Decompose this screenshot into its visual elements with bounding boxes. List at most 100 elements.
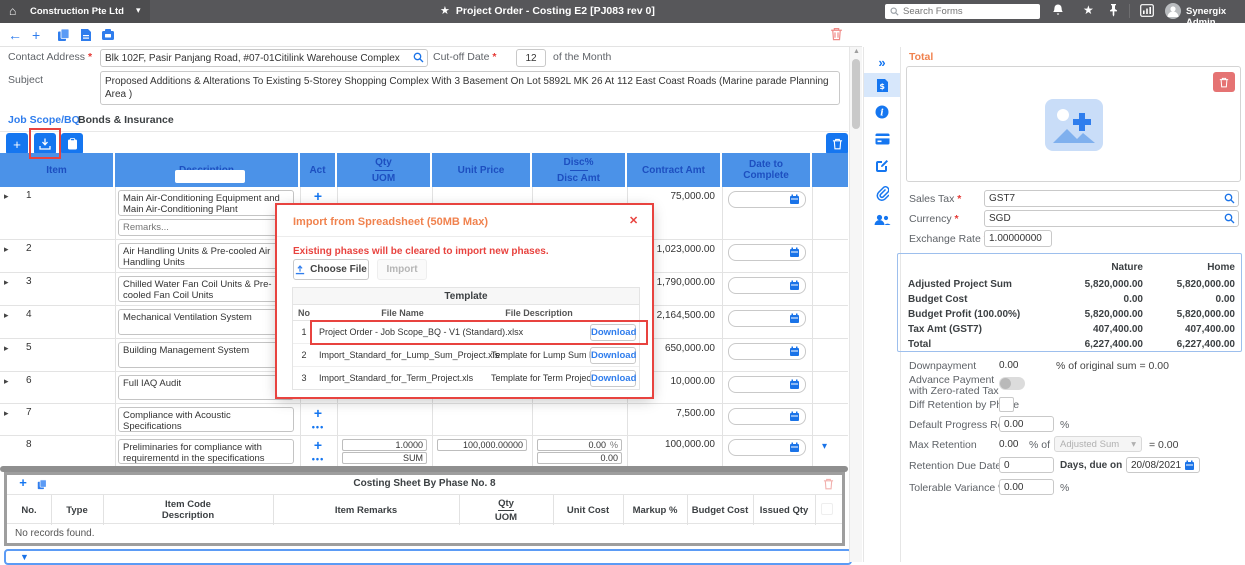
expand-row-icon[interactable]: ▸	[4, 343, 9, 354]
download-button[interactable]: Download	[590, 370, 636, 387]
favorites-star-icon[interactable]: ★	[1083, 3, 1094, 17]
home-icon[interactable]: ⌂	[9, 0, 16, 23]
team-tab-icon[interactable]	[864, 208, 900, 232]
date-to-complete-input[interactable]	[728, 191, 806, 208]
info-tab-icon[interactable]: i	[864, 100, 900, 124]
search-forms-box[interactable]	[885, 4, 1040, 19]
collapsed-section[interactable]: ▼	[4, 549, 852, 565]
dashboard-chart-icon[interactable]	[1140, 4, 1154, 20]
delete-record-icon[interactable]	[830, 27, 843, 44]
contact-address-input[interactable]	[100, 49, 428, 67]
collapse-panel-icon[interactable]: »	[864, 50, 900, 74]
notifications-bell-icon[interactable]	[1052, 3, 1064, 20]
sales-tax-input[interactable]	[984, 190, 1239, 207]
import-spreadsheet-button[interactable]	[34, 133, 56, 155]
expand-row-icon[interactable]: ▸	[4, 191, 9, 202]
cutoff-date-input[interactable]	[516, 49, 546, 67]
description-box[interactable]: Mechanical Ventilation System	[118, 309, 294, 335]
section-caret-icon[interactable]: ▼	[20, 552, 29, 562]
scrollbar-thumb[interactable]	[852, 59, 860, 129]
remarks-input[interactable]	[118, 219, 294, 236]
date-to-complete-input[interactable]	[728, 310, 806, 327]
expand-row-icon[interactable]: ▸	[4, 408, 9, 419]
description-box[interactable]: Main Air-Conditioning Equipment and Main…	[118, 190, 294, 216]
search-forms-input[interactable]	[903, 6, 1023, 17]
tolerable-variance-input[interactable]	[999, 479, 1054, 495]
date-to-complete-input[interactable]	[728, 277, 806, 294]
copy-icon[interactable]	[57, 28, 70, 45]
import-button[interactable]: Import	[377, 259, 427, 280]
choose-file-button[interactable]: Choose File	[293, 259, 369, 280]
add-phase-button[interactable]: +	[6, 133, 28, 155]
date-to-complete-input[interactable]	[728, 244, 806, 261]
favorite-star-icon[interactable]: ★	[440, 4, 450, 17]
unit-price-input[interactable]: 100,000.00000	[437, 439, 527, 451]
contact-address-field[interactable]	[100, 49, 428, 67]
export-file-icon[interactable]	[80, 28, 92, 45]
date-to-complete-input[interactable]	[728, 376, 806, 393]
new-record-button[interactable]: +	[32, 25, 40, 45]
description-box[interactable]: Preliminaries for compliance with requir…	[118, 439, 294, 464]
edit-tab-icon[interactable]	[864, 154, 900, 178]
default-progress-field[interactable]	[999, 416, 1054, 432]
image-upload-box[interactable]	[906, 66, 1241, 182]
disc-amt-input[interactable]: 0.00	[537, 452, 622, 464]
default-progress-input[interactable]	[999, 416, 1054, 432]
cutoff-date-field[interactable]	[516, 49, 546, 67]
exchange-rate-field[interactable]	[984, 230, 1052, 247]
add-image-icon[interactable]	[1045, 99, 1103, 151]
delete-phase-button[interactable]	[826, 133, 848, 155]
expand-row-icon[interactable]: ▸	[4, 376, 9, 387]
expand-row-icon[interactable]: ▸	[4, 310, 9, 321]
row-dropdown-icon[interactable]: ▾	[822, 441, 827, 452]
scroll-up-icon[interactable]: ▲	[853, 48, 860, 55]
date-to-complete-input[interactable]	[728, 343, 806, 360]
retention-due-date-field[interactable]: 20/08/2021	[1126, 457, 1200, 473]
description-box[interactable]: Full IAQ Audit	[118, 375, 294, 400]
description-box[interactable]: Air Handling Units & Pre-cooled Air Hand…	[118, 243, 294, 269]
tab-job-scope-bq[interactable]: Job Scope/BQ	[8, 114, 80, 126]
save-template-icon[interactable]	[101, 28, 115, 44]
costing-select-all-checkbox[interactable]	[821, 503, 833, 515]
disc-pct-input[interactable]: 0.00%	[537, 439, 622, 451]
sales-tax-search-icon[interactable]	[1224, 193, 1235, 207]
diff-retention-checkbox[interactable]	[999, 397, 1014, 412]
advance-payment-toggle[interactable]	[999, 377, 1025, 390]
subject-input[interactable]: Proposed Additions & Alterations To Exis…	[100, 71, 840, 105]
description-filter-input[interactable]	[175, 170, 245, 183]
date-to-complete-input[interactable]	[728, 439, 806, 456]
paste-phase-button[interactable]	[61, 133, 83, 155]
total-tab-icon[interactable]: $	[864, 73, 900, 97]
add-line-button[interactable]: +	[303, 406, 333, 420]
modal-close-icon[interactable]: ✕	[629, 214, 638, 227]
attachment-tab-icon[interactable]	[864, 181, 900, 205]
tolerable-variance-field[interactable]	[999, 479, 1054, 495]
currency-search-icon[interactable]	[1224, 213, 1235, 227]
download-button[interactable]: Download	[590, 347, 636, 364]
company-selector[interactable]: ⌂ Construction Pte Ltd ▾	[0, 0, 150, 23]
description-box[interactable]: Chilled Water Fan Coil Units & Pre-coole…	[118, 276, 294, 302]
contact-address-search-icon[interactable]	[413, 52, 424, 66]
qty-input[interactable]: 1.0000	[342, 439, 427, 451]
download-button[interactable]: Download	[590, 324, 636, 341]
pin-icon[interactable]	[1108, 3, 1119, 20]
add-line-button[interactable]: +	[303, 438, 333, 452]
currency-input[interactable]	[984, 210, 1239, 227]
costing-delete-icon[interactable]	[823, 478, 834, 493]
remove-image-button[interactable]	[1213, 72, 1235, 92]
sales-tax-field[interactable]	[984, 190, 1239, 207]
tab-bonds-insurance[interactable]: Bonds & Insurance	[78, 114, 174, 126]
exchange-rate-input[interactable]	[984, 230, 1052, 247]
description-box[interactable]: Compliance with Acoustic Specifications	[118, 407, 294, 432]
retention-due-input[interactable]	[999, 457, 1054, 473]
expand-row-icon[interactable]: ▸	[4, 244, 9, 255]
back-button[interactable]: ←	[8, 25, 22, 45]
retention-due-field[interactable]	[999, 457, 1054, 473]
add-line-button[interactable]: +	[303, 189, 333, 203]
user-avatar[interactable]	[1165, 3, 1181, 22]
more-actions-button[interactable]: •••	[303, 422, 333, 432]
more-actions-button[interactable]: •••	[303, 454, 333, 464]
currency-field[interactable]	[984, 210, 1239, 227]
chevron-down-icon[interactable]: ▾	[136, 5, 141, 16]
expand-row-icon[interactable]: ▸	[4, 277, 9, 288]
